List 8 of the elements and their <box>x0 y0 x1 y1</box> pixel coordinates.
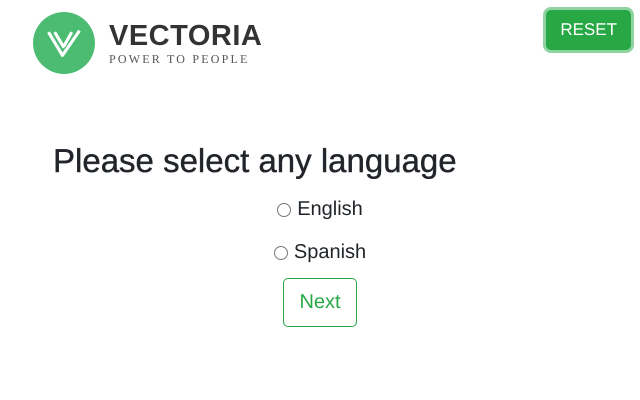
radio-button[interactable] <box>274 246 288 260</box>
radio-label[interactable]: Spanish <box>294 241 366 264</box>
logo-icon <box>33 12 95 74</box>
brand-name: VECTORIA <box>109 20 262 52</box>
radio-label[interactable]: English <box>297 198 363 221</box>
page-heading: Please select any language <box>53 142 458 180</box>
radio-button[interactable] <box>277 202 292 216</box>
brand-tagline: POWER TO PEOPLE <box>109 52 251 66</box>
